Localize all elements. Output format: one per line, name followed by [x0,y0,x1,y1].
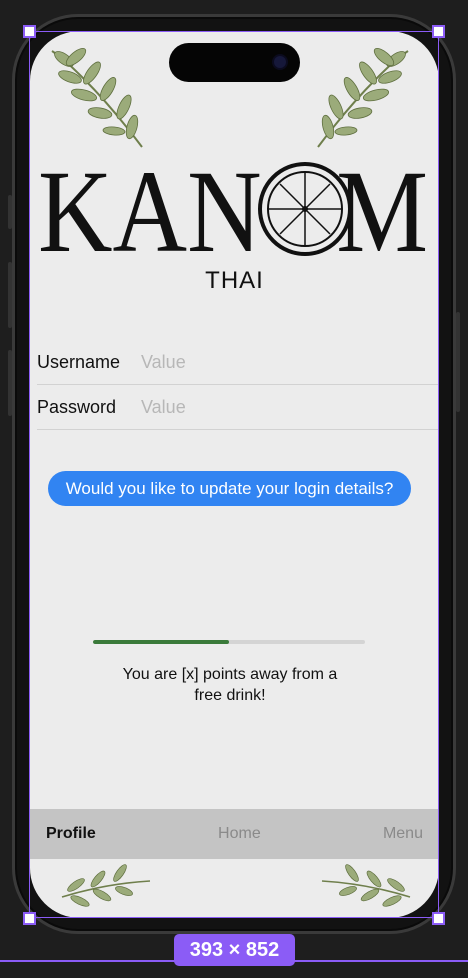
tab-home[interactable]: Home [218,825,261,843]
resize-handle-top-right[interactable] [432,25,445,38]
update-login-button[interactable]: Would you like to update your login deta… [48,471,411,506]
lime-slice-icon [258,162,352,256]
password-row: Password [37,385,439,430]
resize-handle-bottom-left[interactable] [23,912,36,925]
design-canvas: KANOM THAI Username Value Password Would… [0,0,468,978]
power-button [456,312,460,412]
tab-profile[interactable]: Profile [46,825,96,843]
resize-handle-top-left[interactable] [23,25,36,38]
frame-size-badge: 393 × 852 [174,934,295,966]
camera-icon [274,56,286,68]
points-progress-fill [93,640,229,644]
kanom-logo: KANOM [38,159,428,259]
username-input[interactable] [141,351,439,373]
leaf-sprig-bottom-left-icon [61,864,151,907]
username-label: Username [37,351,121,372]
username-row: Username [37,340,439,385]
logo-subtitle: THAI [205,267,264,294]
leaf-sprig-bottom-right-icon [321,864,411,907]
dynamic-island [169,43,300,82]
leaf-sprig-top-right-icon [317,47,409,148]
tab-menu[interactable]: Menu [383,825,423,843]
password-input[interactable] [141,396,439,418]
bottom-tab-bar: Profile Home Menu [30,809,439,859]
logo-wordmark: KANOM [38,159,428,259]
leaf-sprig-top-left-icon [51,47,143,148]
password-label: Password [37,396,117,417]
points-message: You are [x] points away from a free drin… [122,666,338,704]
resize-handle-bottom-right[interactable] [432,912,445,925]
points-progress-bar [93,640,365,644]
phone-screen: KANOM THAI Username Value Password Would… [30,31,439,918]
